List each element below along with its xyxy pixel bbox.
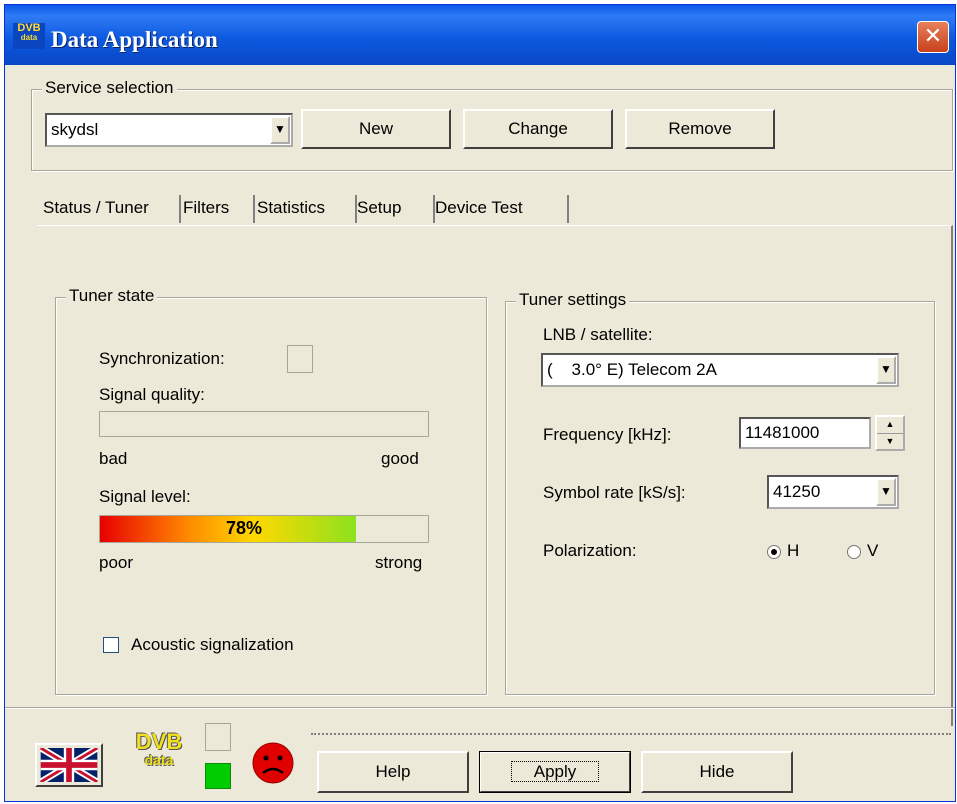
signal-quality-low-label: bad bbox=[99, 449, 128, 468]
frequency-spinner[interactable]: ▲ ▼ bbox=[875, 415, 905, 451]
change-button-label: Change bbox=[508, 119, 568, 138]
close-button[interactable]: ✕ bbox=[917, 21, 949, 53]
new-button[interactable]: New bbox=[301, 109, 451, 149]
uk-flag-icon bbox=[38, 745, 100, 785]
help-button[interactable]: Help bbox=[317, 751, 469, 793]
frequency-value: 11481000 bbox=[745, 423, 820, 442]
close-icon: ✕ bbox=[923, 24, 943, 49]
tab-device-test[interactable]: Device Test bbox=[429, 187, 569, 229]
change-button[interactable]: Change bbox=[463, 109, 613, 149]
tab-setup-label: Setup bbox=[357, 198, 402, 217]
language-flag-button[interactable] bbox=[35, 743, 103, 787]
synchronization-label: Synchronization: bbox=[99, 349, 225, 368]
tab-setup[interactable]: Setup bbox=[351, 187, 435, 229]
dvb-app-icon: DVB data bbox=[13, 23, 45, 49]
polarization-h-radio[interactable] bbox=[767, 545, 781, 559]
window-title: Data Application bbox=[51, 27, 218, 52]
acoustic-signalization-checkbox[interactable] bbox=[103, 637, 119, 653]
signal-level-label: Signal level: bbox=[99, 487, 191, 506]
synchronization-indicator bbox=[287, 345, 313, 373]
dvb-logo-subtext: data bbox=[144, 752, 174, 768]
lnb-satellite-label: LNB / satellite: bbox=[543, 325, 653, 344]
service-select-value: skydsl bbox=[51, 120, 99, 139]
lnb-satellite-select[interactable]: ( 3.0° E) Telecom 2A ▼ bbox=[541, 353, 899, 387]
status-indicator-top bbox=[205, 723, 231, 751]
spin-down-icon[interactable]: ▼ bbox=[877, 434, 903, 450]
tab-statistics-label: Statistics bbox=[257, 198, 326, 217]
remove-button[interactable]: Remove bbox=[625, 109, 775, 149]
signal-level-bar: 78% bbox=[99, 515, 429, 543]
symbol-rate-value: 41250 bbox=[773, 482, 821, 501]
signal-quality-label: Signal quality: bbox=[99, 385, 205, 404]
remove-button-label: Remove bbox=[668, 119, 732, 138]
symbol-rate-select[interactable]: 41250 ▼ bbox=[767, 475, 899, 509]
polarization-v-label[interactable]: V bbox=[867, 541, 878, 561]
title-bar[interactable]: DVB data Data Application ✕ bbox=[5, 5, 955, 65]
polarization-h-label[interactable]: H bbox=[787, 541, 799, 561]
new-button-label: New bbox=[358, 119, 393, 138]
hide-button[interactable]: Hide bbox=[641, 751, 793, 793]
symbol-rate-label: Symbol rate [kS/s]: bbox=[543, 483, 686, 502]
dvb-data-logo: DVB data bbox=[127, 729, 191, 768]
hide-button-label: Hide bbox=[699, 762, 735, 781]
chevron-down-icon[interactable]: ▼ bbox=[876, 356, 896, 384]
acoustic-signalization-label[interactable]: Acoustic signalization bbox=[131, 635, 294, 655]
data-application-window: DVB data Data Application ✕ Service sele… bbox=[4, 4, 956, 802]
signal-quality-bar bbox=[99, 411, 429, 437]
signal-quality-high-label: good bbox=[381, 449, 419, 468]
service-selection-label: Service selection bbox=[42, 78, 177, 98]
tab-filters[interactable]: Filters bbox=[177, 187, 255, 229]
signal-level-value: 78% bbox=[225, 518, 263, 538]
tuner-state-label: Tuner state bbox=[66, 286, 158, 306]
tab-device-test-label: Device Test bbox=[435, 198, 523, 217]
spin-up-icon[interactable]: ▲ bbox=[877, 417, 903, 434]
footer-dotted-rule bbox=[311, 733, 951, 735]
tuner-settings-label: Tuner settings bbox=[516, 290, 630, 310]
apply-button[interactable]: Apply bbox=[479, 751, 631, 793]
lnb-satellite-value: ( 3.0° E) Telecom 2A bbox=[547, 360, 717, 379]
apply-button-label: Apply bbox=[510, 761, 600, 782]
polarization-v-radio[interactable] bbox=[847, 545, 861, 559]
polarization-label: Polarization: bbox=[543, 541, 637, 560]
dvb-logo-text: DVB bbox=[135, 729, 183, 754]
chevron-down-icon[interactable]: ▼ bbox=[270, 116, 290, 144]
tab-statistics[interactable]: Statistics bbox=[251, 187, 357, 229]
footer-divider bbox=[5, 707, 955, 708]
frequency-label: Frequency [kHz]: bbox=[543, 425, 672, 444]
signal-level-low-label: poor bbox=[99, 553, 134, 572]
status-indicator-green bbox=[205, 763, 231, 789]
tab-filters-label: Filters bbox=[183, 198, 230, 217]
tab-status-tuner-label: Status / Tuner bbox=[43, 198, 149, 217]
signal-level-high-label: strong bbox=[375, 553, 423, 572]
app-icon-subtext: data bbox=[20, 33, 38, 42]
chevron-down-icon[interactable]: ▼ bbox=[876, 478, 896, 506]
tab-status-tuner[interactable]: Status / Tuner bbox=[37, 187, 181, 229]
service-select[interactable]: skydsl ▼ bbox=[45, 113, 293, 147]
frequency-input[interactable]: 11481000 bbox=[739, 417, 871, 449]
sad-face-icon bbox=[252, 742, 294, 784]
help-button-label: Help bbox=[375, 762, 411, 781]
